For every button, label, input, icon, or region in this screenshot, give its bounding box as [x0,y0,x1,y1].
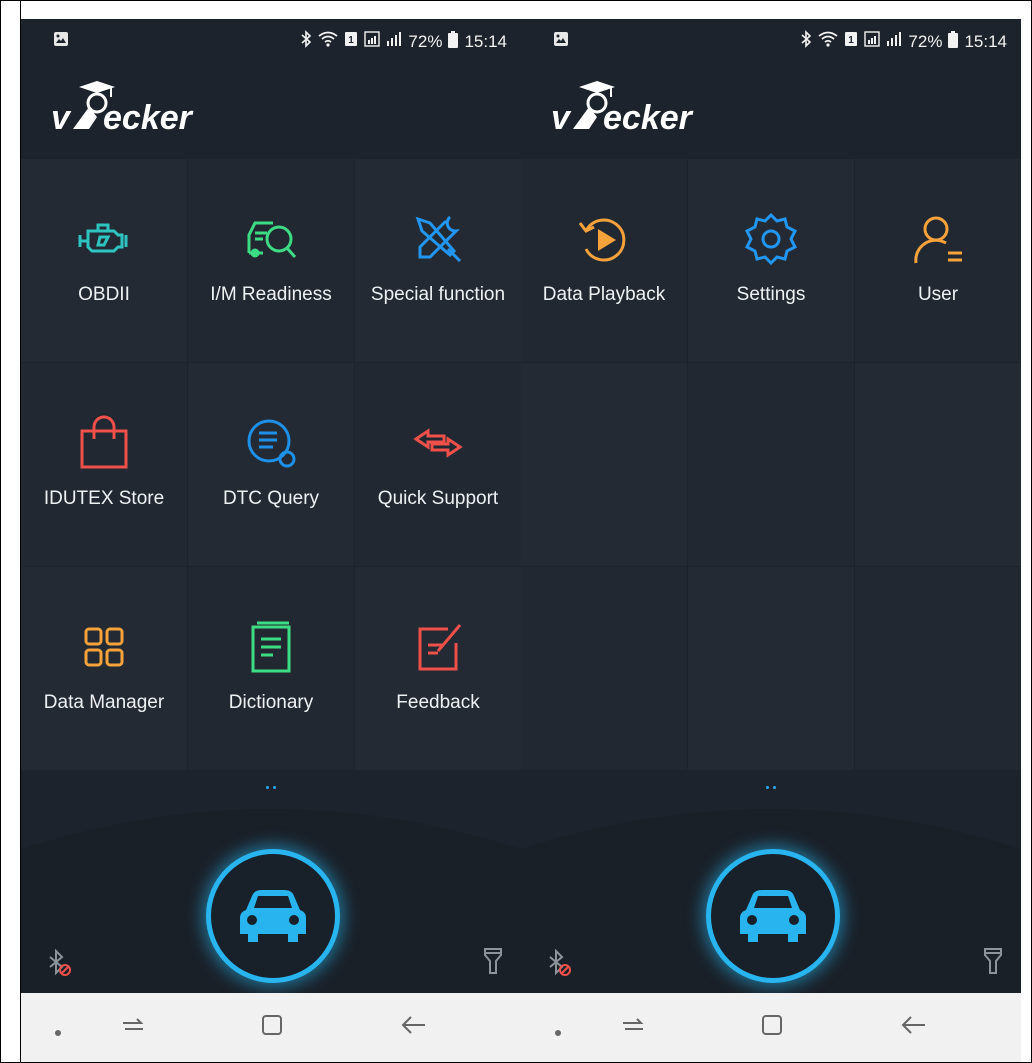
image-notification-icon [53,31,69,52]
image-notification-icon [553,31,569,52]
menu-label: Quick Support [377,488,499,509]
flashlight-icon[interactable] [983,947,1003,980]
menu-label: DTC Query [222,488,320,509]
app-logo: v ecker [49,73,209,137]
recent-apps-icon[interactable] [621,1013,645,1042]
menu-tile-empty [688,567,854,770]
clock: 15:14 [464,31,507,51]
flashlight-icon[interactable] [483,947,503,980]
car-icon [740,890,806,942]
car-connect-button[interactable] [206,849,340,983]
phone-screen-right: 1 72% 15:14 v ecker Data Playback Settin… [521,19,1021,1062]
menu-tile-empty [855,363,1021,566]
menu-label: Data Playback [542,284,666,305]
menu-tile-idutex-store[interactable]: IDUTEX Store [21,363,187,566]
sim-icon: 1 [344,31,358,52]
status-bar: 1 72% 15:14 [521,19,1021,61]
recent-apps-icon[interactable] [121,1013,145,1042]
signal-icon [386,31,402,52]
bottom-panel [21,779,521,993]
bottom-panel [521,779,1021,993]
battery-icon [448,30,459,53]
car-inspect-icon [247,221,297,258]
playback-icon [578,218,626,262]
gear-icon [744,212,798,266]
menu-tile-feedback[interactable]: Feedback [355,567,521,770]
system-nav-bar [21,993,521,1062]
svg-text:ecker: ecker [603,99,694,133]
system-nav-bar [521,993,1021,1062]
menu-label: Dictionary [228,692,314,713]
car-connect-button[interactable] [706,849,840,983]
menu-label: Special function [370,284,506,305]
menu-tile-empty [521,567,687,770]
menu-label: OBDII [78,284,130,305]
status-bar: 1 72% 15:14 [21,19,521,61]
clock: 15:14 [964,31,1007,51]
signal-icon [886,31,902,52]
app-logo: v ecker [549,73,709,137]
menu-tile-data-manager[interactable]: Data Manager [21,567,187,770]
menu-tile-obdii[interactable]: OBDII [21,159,187,362]
wifi-icon [818,31,838,52]
dot-icon[interactable] [555,1023,561,1041]
user-icon [914,216,962,264]
menu-label: Data Manager [43,692,165,713]
svg-text:1: 1 [349,35,355,46]
book-icon [251,621,291,673]
svg-text:1: 1 [849,35,855,46]
menu-label: Feedback [396,692,480,713]
menu-tile-dtc-query[interactable]: DTC Query [188,363,354,566]
bluetooth-icon [300,30,312,53]
menu-tile-quick-support[interactable]: Quick Support [355,363,521,566]
menu-tile-settings[interactable]: Settings [688,159,854,362]
bluetooth-disconnected-icon[interactable] [47,948,73,982]
engine-icon [78,223,128,253]
svg-text:v: v [51,99,72,133]
battery-percent: 72% [408,31,443,51]
car-icon [240,890,306,942]
menu-grid: Data Playback Settings User [521,159,1021,770]
edit-note-icon [418,624,462,671]
menu-tile-empty [688,363,854,566]
bluetooth-icon [800,30,812,53]
sim-icon: 1 [844,31,858,52]
home-icon[interactable] [261,1013,283,1042]
bluetooth-disconnected-icon[interactable] [547,948,573,982]
tools-icon [415,215,462,263]
battery-percent: 72% [908,31,943,51]
menu-grid: OBDII I/M Readiness Special function IDU… [21,159,521,770]
menu-label: I/M Readiness [210,284,332,305]
home-icon[interactable] [761,1013,783,1042]
back-icon[interactable] [901,1013,927,1042]
menu-tile-im-readiness[interactable]: I/M Readiness [188,159,354,362]
back-icon[interactable] [401,1013,427,1042]
wifi-icon [318,31,338,52]
menu-tile-user[interactable]: User [855,159,1021,362]
exchange-arrows-icon [413,428,463,458]
shopping-bag-icon [80,415,128,469]
battery-icon [948,30,959,53]
menu-tile-empty [521,363,687,566]
signal-box-icon [364,31,381,52]
grid-apps-icon [84,627,124,667]
menu-tile-empty [855,567,1021,770]
document-search-icon [247,419,296,468]
menu-tile-dictionary[interactable]: Dictionary [188,567,354,770]
menu-tile-special-function[interactable]: Special function [355,159,521,362]
phone-screen-left: 1 72% 15:14 v ecker OBDII I/M Readiness [21,19,521,1062]
signal-box-icon [864,31,881,52]
menu-label: IDUTEX Store [43,488,165,509]
menu-tile-data-playback[interactable]: Data Playback [521,159,687,362]
menu-label: Settings [736,284,806,305]
svg-text:ecker: ecker [103,99,194,133]
dot-icon[interactable] [55,1023,61,1041]
menu-label: User [917,284,959,305]
svg-text:v: v [551,99,572,133]
